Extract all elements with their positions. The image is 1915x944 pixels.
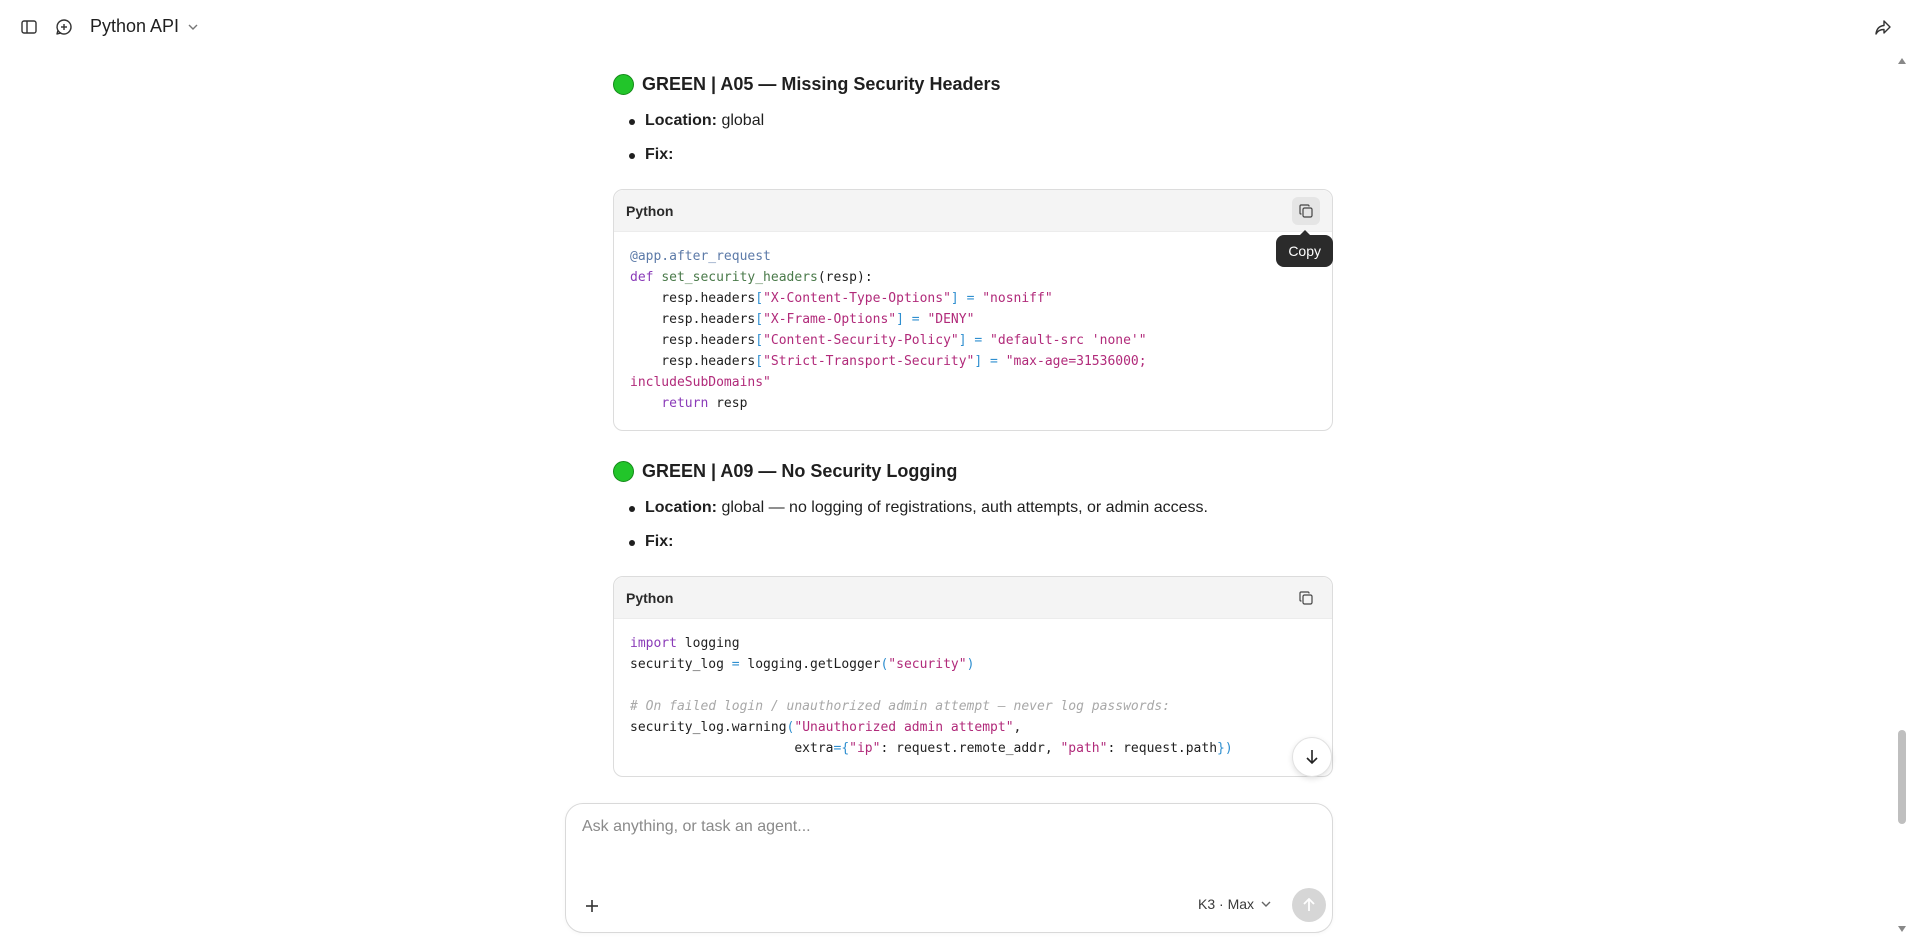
code-language-label: Python (626, 589, 674, 606)
message-composer: K3 · Max (565, 803, 1333, 933)
copy-button[interactable] (1292, 196, 1320, 225)
message-input[interactable] (582, 818, 1312, 862)
code-block: Python import logging security_log = log… (613, 576, 1333, 777)
list-item: Fix: (621, 138, 1333, 172)
code-language-label: Python (626, 202, 674, 219)
copy-icon (1299, 590, 1313, 605)
sidebar-toggle-icon[interactable] (19, 17, 39, 37)
chevron-down-icon (188, 24, 198, 30)
list-item: Location: global (621, 104, 1333, 138)
send-button[interactable] (1292, 888, 1326, 922)
chat-title: Python API (90, 16, 180, 36)
code-content: import logging security_log = logging.ge… (630, 636, 1233, 756)
model-selector[interactable]: K3 · Max (1198, 896, 1272, 912)
bullet-list: Location: global — no logging of registr… (621, 491, 1333, 559)
code-content: @app.after_request def set_security_head… (630, 249, 1147, 411)
model-name: K3 · Max (1198, 896, 1255, 912)
section-heading: GREEN | A05 — Missing Security Headers (613, 70, 1333, 98)
list-item: Location: global — no logging of registr… (621, 491, 1333, 525)
copy-tooltip: Copy (1276, 230, 1333, 267)
scroll-up-arrow[interactable] (1898, 58, 1906, 64)
arrow-up-icon (1303, 898, 1315, 911)
section-heading: GREEN | A09 — No Security Logging (613, 457, 1333, 485)
copy-button[interactable] (1292, 584, 1320, 612)
new-chat-icon[interactable] (54, 17, 74, 37)
copy-icon (1299, 203, 1313, 218)
bullet-list: Location: global Fix: (621, 104, 1333, 172)
share-icon[interactable] (1873, 17, 1893, 37)
scroll-down-arrow[interactable] (1898, 926, 1906, 932)
code-header: Python (614, 577, 1332, 619)
chevron-down-icon (1261, 901, 1271, 907)
top-bar: Python API (0, 0, 1915, 54)
add-attachment-button[interactable] (580, 894, 604, 918)
arrow-down-icon (1306, 750, 1318, 765)
code-header: Python (614, 190, 1332, 232)
code-block: Python Copy @app.after_request def set_s… (613, 189, 1333, 431)
green-circle-icon (613, 73, 634, 95)
scroll-to-bottom-button[interactable] (1292, 737, 1332, 777)
plus-icon (586, 900, 598, 912)
chat-title-dropdown[interactable]: Python API (90, 16, 199, 37)
green-circle-icon (613, 460, 634, 482)
list-item: Fix: (621, 525, 1333, 559)
scrollbar-thumb[interactable] (1898, 730, 1906, 824)
